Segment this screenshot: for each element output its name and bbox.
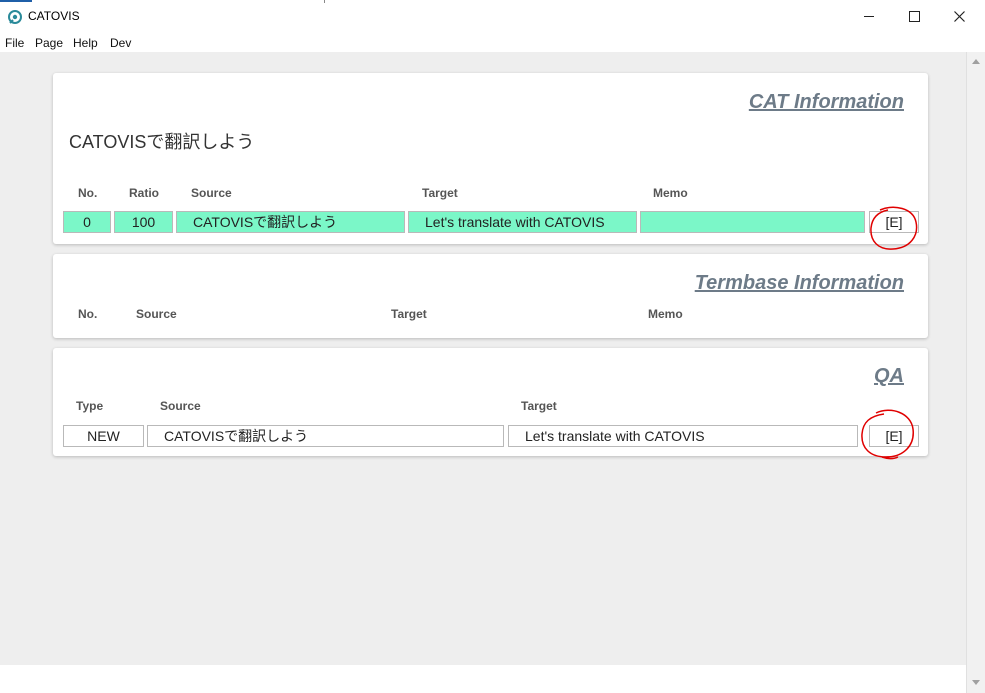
- minimize-icon: [864, 15, 874, 17]
- close-button[interactable]: [936, 0, 982, 32]
- menu-page[interactable]: Page: [35, 36, 63, 50]
- cat-col-memo: Memo: [653, 186, 688, 200]
- cat-col-ratio: Ratio: [129, 186, 159, 200]
- qa-col-source: Source: [160, 399, 201, 413]
- qa-col-target: Target: [521, 399, 557, 413]
- menu-file[interactable]: File: [5, 36, 24, 50]
- qa-row-source: CATOVISで翻訳しよう: [147, 425, 504, 447]
- cat-col-no: No.: [78, 186, 98, 200]
- cat-row-ratio: 100: [114, 211, 173, 233]
- scroll-down-arrow-icon[interactable]: [972, 680, 980, 685]
- termbase-col-no: No.: [78, 307, 98, 321]
- close-icon: [953, 10, 965, 22]
- cat-row-memo: [640, 211, 865, 233]
- maximize-icon: [908, 10, 920, 22]
- qa-row-type: NEW: [63, 425, 144, 447]
- title-bar: CATOVIS: [0, 0, 985, 32]
- bottom-strip: [0, 665, 966, 693]
- minimize-button[interactable]: [846, 0, 892, 32]
- menu-bar: File Page Help Dev: [0, 32, 985, 52]
- annotation-circle-cat: [870, 206, 918, 250]
- maximize-button[interactable]: [891, 0, 937, 32]
- title-accent: [0, 0, 32, 2]
- cat-information-card: CAT Information CATOVISで翻訳しよう No. Ratio …: [53, 73, 928, 244]
- scroll-thumb[interactable]: [970, 76, 982, 286]
- cat-col-target: Target: [422, 186, 458, 200]
- cat-row-no: 0: [63, 211, 111, 233]
- cat-row-target: Let's translate with CATOVIS: [408, 211, 637, 233]
- qa-heading[interactable]: QA: [874, 365, 904, 388]
- termbase-information-heading[interactable]: Termbase Information: [695, 272, 904, 295]
- content-area: CAT Information CATOVISで翻訳しよう No. Ratio …: [0, 52, 966, 665]
- vertical-scrollbar[interactable]: [966, 52, 985, 693]
- qa-col-type: Type: [76, 399, 104, 413]
- qa-card: QA Type Source Target NEW CATOVISで翻訳しよう …: [53, 348, 928, 456]
- cat-col-source: Source: [191, 186, 232, 200]
- cat-information-heading[interactable]: CAT Information: [749, 91, 904, 114]
- scroll-up-arrow-icon[interactable]: [972, 59, 980, 64]
- catovis-app-icon: [8, 10, 22, 24]
- menu-dev[interactable]: Dev: [110, 36, 131, 50]
- segment-source-text: CATOVISで翻訳しよう: [69, 132, 255, 152]
- termbase-col-memo: Memo: [648, 307, 683, 321]
- termbase-col-target: Target: [391, 307, 427, 321]
- title-divider: [324, 0, 325, 3]
- menu-help[interactable]: Help: [73, 36, 98, 50]
- annotation-circle-qa: [861, 409, 914, 460]
- termbase-col-source: Source: [136, 307, 177, 321]
- termbase-information-card: Termbase Information No. Source Target M…: [53, 254, 928, 338]
- window-title: CATOVIS: [28, 9, 80, 23]
- qa-row-target: Let's translate with CATOVIS: [508, 425, 858, 447]
- cat-row-source: CATOVISで翻訳しよう: [176, 211, 405, 233]
